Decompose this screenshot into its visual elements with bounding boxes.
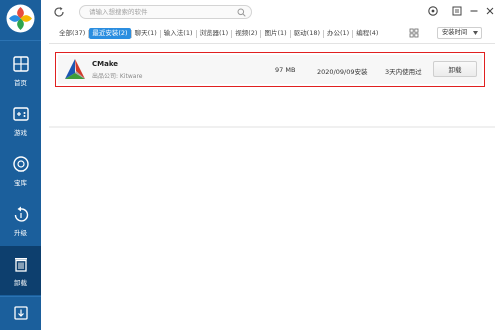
app-name: CMake [92, 60, 119, 68]
list-item[interactable]: CMake 出品公司: Kitware 97 MB 2020/09/09安装 3… [58, 55, 482, 84]
sidebar-item-download[interactable] [0, 298, 41, 328]
uninstall-button[interactable]: 卸载 [433, 61, 477, 77]
tab-input-method[interactable]: 输入法(1) [161, 28, 196, 39]
refresh-icon[interactable] [53, 6, 65, 18]
app-usage: 3天内使用过 [385, 68, 422, 76]
sidebar-item-label: 宝库 [14, 178, 27, 187]
close-icon[interactable] [484, 5, 496, 17]
sidebar-item-label: 游戏 [14, 128, 27, 137]
sidebar-item-uninstall[interactable]: 卸载 [0, 246, 41, 295]
tab-recent-install[interactable]: 最近安装(2) [89, 28, 131, 39]
sort-select-value: 安装时间 [442, 29, 468, 36]
sidebar-item-label: 升级 [14, 228, 27, 237]
category-tabs: 全部(37) 最近安装(2) 聊天(1) 输入法(1) 浏览器(1) 视频(2)… [56, 27, 381, 40]
sidebar-item-upgrade[interactable]: 升级 [0, 196, 41, 245]
menu-icon[interactable] [451, 5, 463, 17]
grid-view-icon[interactable] [409, 28, 419, 38]
minimize-icon[interactable] [468, 5, 480, 17]
download-icon [13, 306, 28, 320]
divider [49, 43, 495, 44]
tab-driver[interactable]: 驱动(18) [291, 28, 323, 39]
divider [0, 40, 41, 41]
treasure-icon [12, 155, 29, 172]
search-box[interactable] [79, 5, 252, 19]
sidebar-item-home[interactable]: 首页 [0, 46, 41, 95]
tab-browser[interactable]: 浏览器(1) [197, 28, 232, 39]
sidebar-item-label: 卸载 [14, 278, 27, 287]
settings-icon[interactable] [427, 5, 439, 17]
divider [49, 126, 495, 128]
tab-all[interactable]: 全部(37) [56, 28, 88, 39]
app-row-highlight: CMake 出品公司: Kitware 97 MB 2020/09/09安装 3… [55, 52, 485, 87]
divider [0, 296, 41, 297]
search-input[interactable] [89, 7, 229, 17]
app-install-date: 2020/09/09安装 [317, 68, 368, 76]
tab-image[interactable]: 图片(1) [261, 28, 289, 39]
trash-icon [14, 257, 27, 272]
top-bar [41, 0, 500, 27]
chevron-down-icon [473, 31, 478, 35]
app-logo-icon[interactable] [5, 3, 36, 34]
sidebar-item-label: 首页 [14, 78, 27, 87]
app-publisher: 出品公司: Kitware [92, 73, 143, 80]
cmake-logo-icon [65, 59, 85, 79]
tab-video[interactable]: 视频(2) [232, 28, 260, 39]
sidebar: 首页 游戏 宝库 升级 卸载 [0, 0, 41, 330]
sidebar-item-games[interactable]: 游戏 [0, 96, 41, 145]
tab-chat[interactable]: 聊天(1) [132, 28, 160, 39]
tab-office[interactable]: 办公(1) [324, 28, 352, 39]
tab-programming[interactable]: 编程(4) [353, 28, 381, 39]
app-size: 97 MB [275, 66, 296, 74]
search-icon[interactable] [237, 8, 246, 17]
upgrade-icon [14, 206, 28, 222]
sidebar-item-treasure[interactable]: 宝库 [0, 146, 41, 195]
gamepad-icon [12, 106, 29, 121]
home-icon [12, 55, 29, 72]
sort-select[interactable]: 安装时间 [437, 27, 482, 39]
